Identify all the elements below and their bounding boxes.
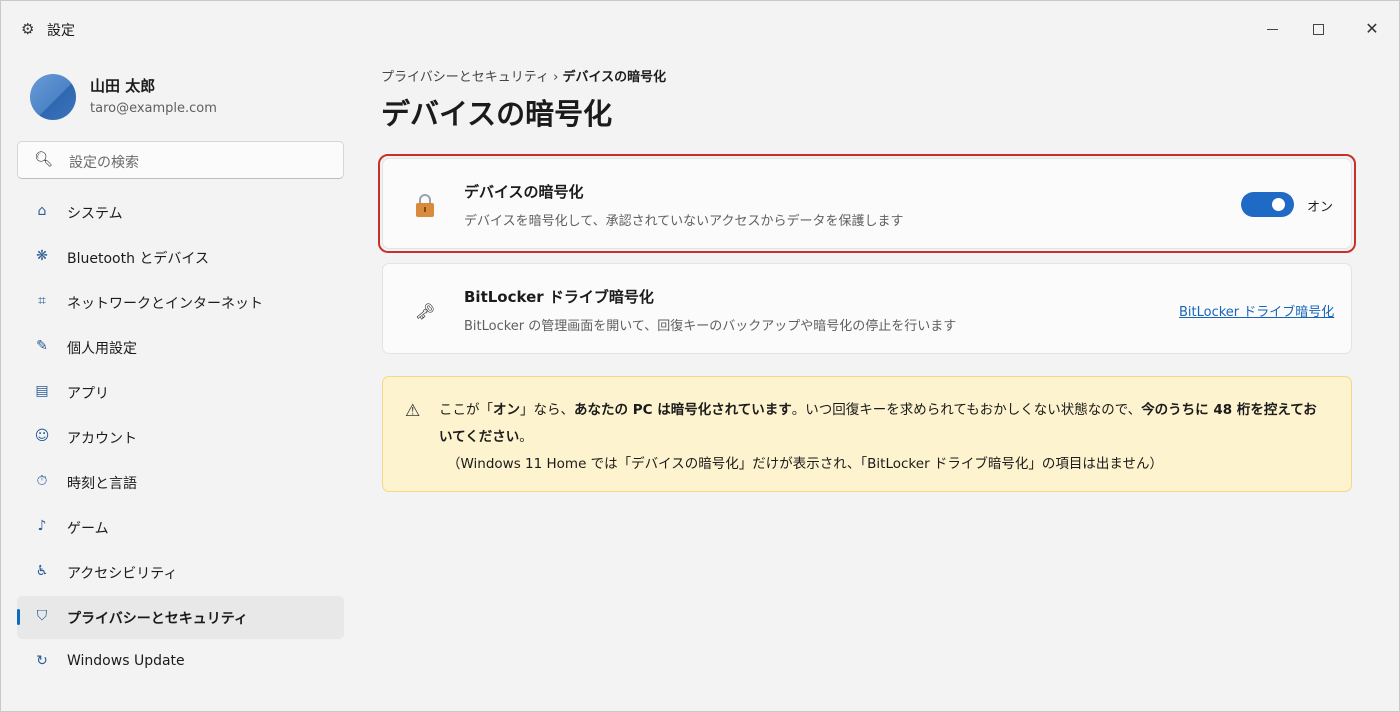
brush-icon: ✎: [36, 338, 48, 354]
title-bar: ⚙ 設定 ✕: [1, 1, 1399, 57]
warning-segment: オン: [493, 402, 520, 418]
page-title: デバイスの暗号化: [381, 97, 613, 131]
toggle-state-label: オン: [1307, 200, 1334, 215]
sidebar-item-label: ゲーム: [67, 521, 109, 537]
warning-segment: 。: [519, 429, 533, 445]
sidebar-item-label: ネットワークとインターネット: [67, 296, 263, 312]
active-indicator: [17, 609, 20, 625]
home-icon: ⌂: [37, 203, 47, 219]
sidebar-item-label: アカウント: [67, 431, 137, 447]
breadcrumb-separator: ›: [553, 70, 559, 85]
sidebar-item-label: プライバシーとセキュリティ: [67, 611, 248, 627]
breadcrumb-current: デバイスの暗号化: [562, 70, 667, 85]
apps-icon: ▤: [35, 383, 49, 399]
minimize-icon: [1266, 29, 1278, 30]
sidebar-item-label: アクセシビリティ: [67, 566, 178, 582]
key-icon: 🗝︎: [415, 302, 436, 321]
sidebar-item-label: Bluetooth とデバイス: [67, 251, 209, 267]
bluetooth-icon: ❋: [36, 248, 48, 264]
warning-icon: ⚠: [405, 401, 421, 421]
bitlocker-link[interactable]: BitLocker ドライブ暗号化: [1179, 301, 1334, 320]
toggle-knob: [1272, 198, 1285, 211]
device-encryption-toggle[interactable]: [1241, 192, 1294, 217]
sidebar-item[interactable]: ▤ アプリ: [17, 371, 344, 414]
sidebar-item-label: Windows Update: [67, 653, 185, 669]
user-name: 山田 太郎: [90, 77, 156, 95]
maximize-icon: [1312, 24, 1324, 35]
search-placeholder: 設定の検索: [69, 155, 139, 171]
sidebar-item[interactable]: ⛉ プライバシーとセキュリティ: [17, 596, 344, 639]
sidebar-item[interactable]: ↻ Windows Update: [17, 641, 344, 684]
device-encryption-title: デバイスの暗号化: [464, 183, 584, 201]
breadcrumb: プライバシーとセキュリティ › デバイスの暗号化: [381, 66, 666, 85]
sidebar-item[interactable]: ⌂ システム: [17, 191, 344, 234]
gear-icon: ⚙: [21, 20, 35, 38]
accessibility-icon: ♿: [35, 563, 49, 579]
maximize-button[interactable]: [1295, 15, 1341, 45]
bitlocker-title: BitLocker ドライブ暗号化: [464, 288, 654, 306]
search-icon: 🔍︎: [34, 150, 54, 168]
device-encryption-card: デバイスの暗号化 デバイスを暗号化して、承認されていないアクセスからデータを保護…: [382, 158, 1352, 249]
warning-segment: 。いつ回復キーを求められてもおかしくない状態なので、: [791, 402, 1142, 418]
sidebar-item-label: システム: [67, 206, 123, 222]
shield-icon: ⛉: [36, 608, 48, 624]
warning-segment: ここが「: [439, 402, 493, 418]
window-title: 設定: [47, 23, 75, 39]
clock-icon: ⏱: [36, 473, 48, 489]
sidebar-item[interactable]: ♿ アクセシビリティ: [17, 551, 344, 594]
sidebar-item[interactable]: ⏱ 時刻と言語: [17, 461, 344, 504]
account-icon: ☺: [34, 428, 50, 444]
sidebar-nav: ⌂ システム ❋ Bluetooth とデバイス ⌗ ネットワークとインターネット ✎ 個人用…: [17, 191, 344, 686]
breadcrumb-parent[interactable]: プライバシーとセキュリティ: [381, 70, 549, 85]
close-icon: ✕: [1365, 19, 1379, 38]
sidebar-item[interactable]: ❋ Bluetooth とデバイス: [17, 236, 344, 279]
sidebar-item-label: アプリ: [67, 386, 109, 402]
sidebar-item[interactable]: ⌗ ネットワークとインターネット: [17, 281, 344, 324]
settings-window: ⚙ 設定 ✕ 山田 太郎 taro@example.com 🔍︎ 設定の検索 ⌂…: [0, 0, 1400, 712]
bitlocker-card: 🗝︎ BitLocker ドライブ暗号化 BitLocker の管理画面を開いて…: [382, 263, 1352, 354]
warning-segment: あなたの PC は暗号化されています: [574, 402, 792, 418]
avatar[interactable]: [30, 74, 76, 120]
network-icon: ⌗: [38, 293, 46, 309]
minimize-button[interactable]: [1249, 15, 1295, 45]
search-input[interactable]: 🔍︎ 設定の検索: [17, 141, 344, 179]
sidebar-item[interactable]: ♪ ゲーム: [17, 506, 344, 549]
close-button[interactable]: ✕: [1349, 15, 1395, 45]
warning-note: （Windows 11 Home では「デバイスの暗号化」だけが表示され、「Bi…: [447, 456, 1164, 472]
game-icon: ♪: [37, 518, 47, 534]
warning-box: ⚠ ここが「オン」なら、あなたの PC は暗号化されています。いつ回復キーを求め…: [382, 376, 1352, 492]
update-icon: ↻: [36, 653, 48, 669]
device-encryption-description: デバイスを暗号化して、承認されていないアクセスからデータを保護します: [464, 214, 904, 229]
warning-text: ここが「オン」なら、あなたの PC は暗号化されています。いつ回復キーを求められ…: [439, 397, 1329, 451]
sidebar-item-label: 時刻と言語: [67, 476, 137, 492]
sidebar-item-label: 個人用設定: [67, 341, 137, 357]
user-email: taro@example.com: [90, 101, 217, 116]
warning-segment: 」なら、: [520, 402, 574, 418]
sidebar-item[interactable]: ✎ 個人用設定: [17, 326, 344, 369]
bitlocker-description: BitLocker の管理画面を開いて、回復キーのバックアップや暗号化の停止を行…: [464, 319, 957, 334]
sidebar-item[interactable]: ☺ アカウント: [17, 416, 344, 459]
